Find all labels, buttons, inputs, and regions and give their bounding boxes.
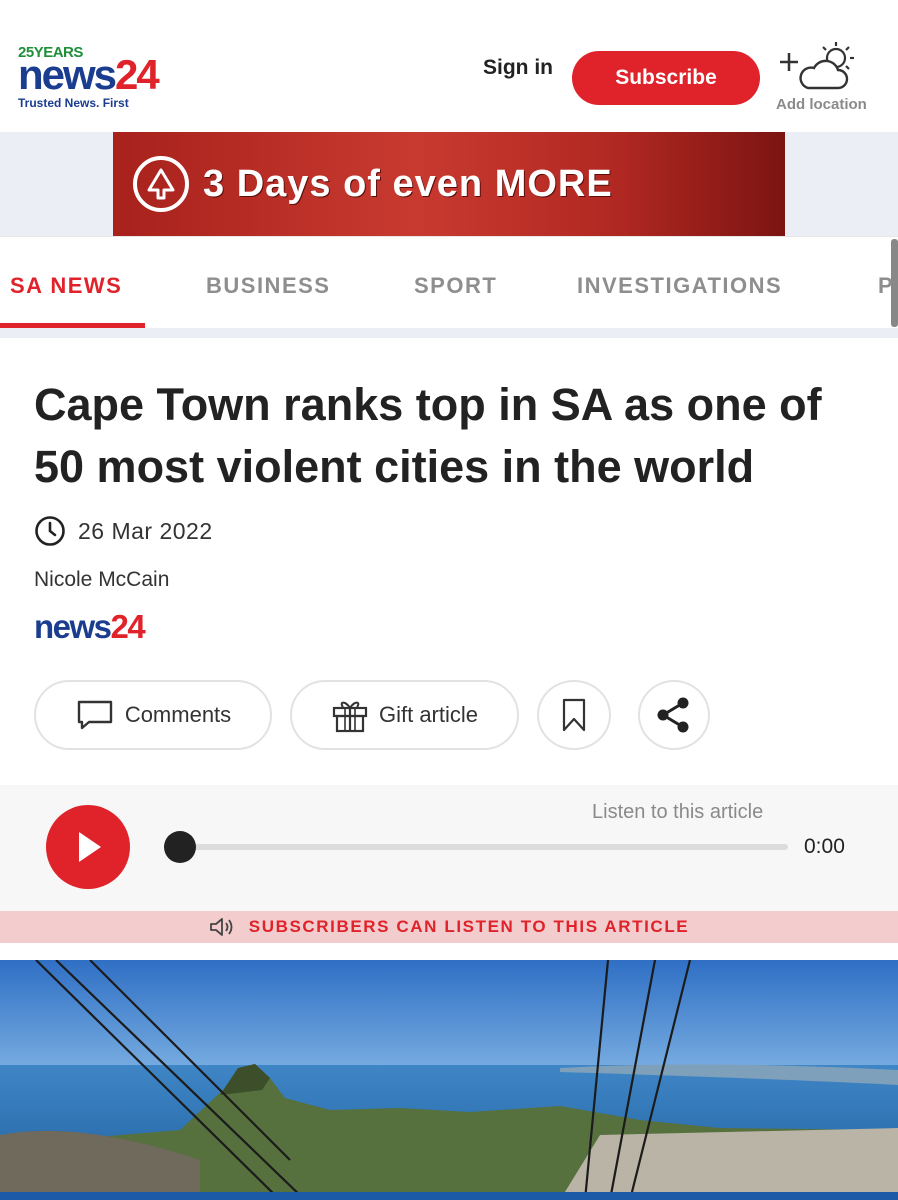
ad-band: 3 Days of even MORE: [0, 132, 898, 236]
nav-tab-investigations[interactable]: INVESTIGATIONS: [577, 273, 782, 299]
bookmark-icon: [562, 698, 586, 732]
logo-tagline: Trusted News. First: [18, 96, 129, 110]
subscribe-button[interactable]: Subscribe: [572, 51, 760, 105]
audio-scrubber-handle[interactable]: [164, 831, 196, 863]
nav-divider: [0, 328, 898, 338]
ad-brand-icon: [133, 156, 189, 212]
play-button[interactable]: [46, 805, 130, 889]
share-icon: [657, 697, 689, 733]
gift-icon: [332, 701, 368, 733]
section-nav: SA NEWS BUSINESS SPORT INVESTIGATIONS P: [0, 236, 898, 330]
comment-icon: [77, 700, 113, 730]
share-button[interactable]: [638, 680, 710, 750]
article-hero-image[interactable]: [0, 960, 898, 1200]
sign-in-link[interactable]: Sign in: [483, 56, 553, 80]
cloud-sun-icon: [780, 42, 854, 90]
gift-article-label: Gift article: [378, 702, 479, 727]
nav-scrollbar[interactable]: [891, 239, 898, 327]
bookmark-button[interactable]: [537, 680, 611, 750]
gift-article-button[interactable]: Gift article: [290, 680, 519, 750]
logo-wordmark: news24: [18, 51, 160, 98]
add-location-button[interactable]: Add location: [772, 38, 882, 118]
comments-button[interactable]: Comments: [34, 680, 272, 750]
article-date: 26 Mar 2022: [78, 517, 213, 544]
article-headline: Cape Town ranks top in SA as one of 50 m…: [34, 379, 822, 492]
subscriber-notice-text: SUBSCRIBERS CAN LISTEN TO THIS ARTICLE: [248, 917, 690, 936]
speaker-icon: [209, 918, 233, 936]
nav-tab-business[interactable]: BUSINESS: [206, 273, 330, 299]
add-location-label: Add location: [776, 96, 867, 113]
nav-tab-sport[interactable]: SPORT: [414, 273, 497, 299]
ad-banner[interactable]: 3 Days of even MORE: [113, 132, 785, 236]
audio-time: 0:00: [804, 835, 845, 858]
site-header: 25YEARS news24 Trusted News. First Sign …: [0, 0, 898, 132]
audio-progress-track[interactable]: [180, 844, 788, 850]
ad-headline: 3 Days of even MORE: [203, 162, 613, 205]
cape-town-photo: [0, 960, 898, 1200]
source-logo: news24: [34, 608, 146, 645]
clock-icon: [35, 516, 65, 546]
news24-logo[interactable]: 25YEARS news24 Trusted News. First: [18, 44, 178, 114]
comments-label: Comments: [124, 702, 232, 727]
play-icon: [79, 832, 101, 862]
nav-tab-sa-news[interactable]: SA NEWS: [10, 273, 122, 299]
article-dateline: 26 Mar 2022: [34, 514, 213, 548]
subscriber-notice[interactable]: SUBSCRIBERS CAN LISTEN TO THIS ARTICLE: [0, 911, 898, 943]
listen-label: Listen to this article: [592, 801, 764, 823]
audio-player: Listen to this article 0:00: [0, 785, 898, 911]
article-author[interactable]: Nicole McCain: [34, 568, 169, 592]
